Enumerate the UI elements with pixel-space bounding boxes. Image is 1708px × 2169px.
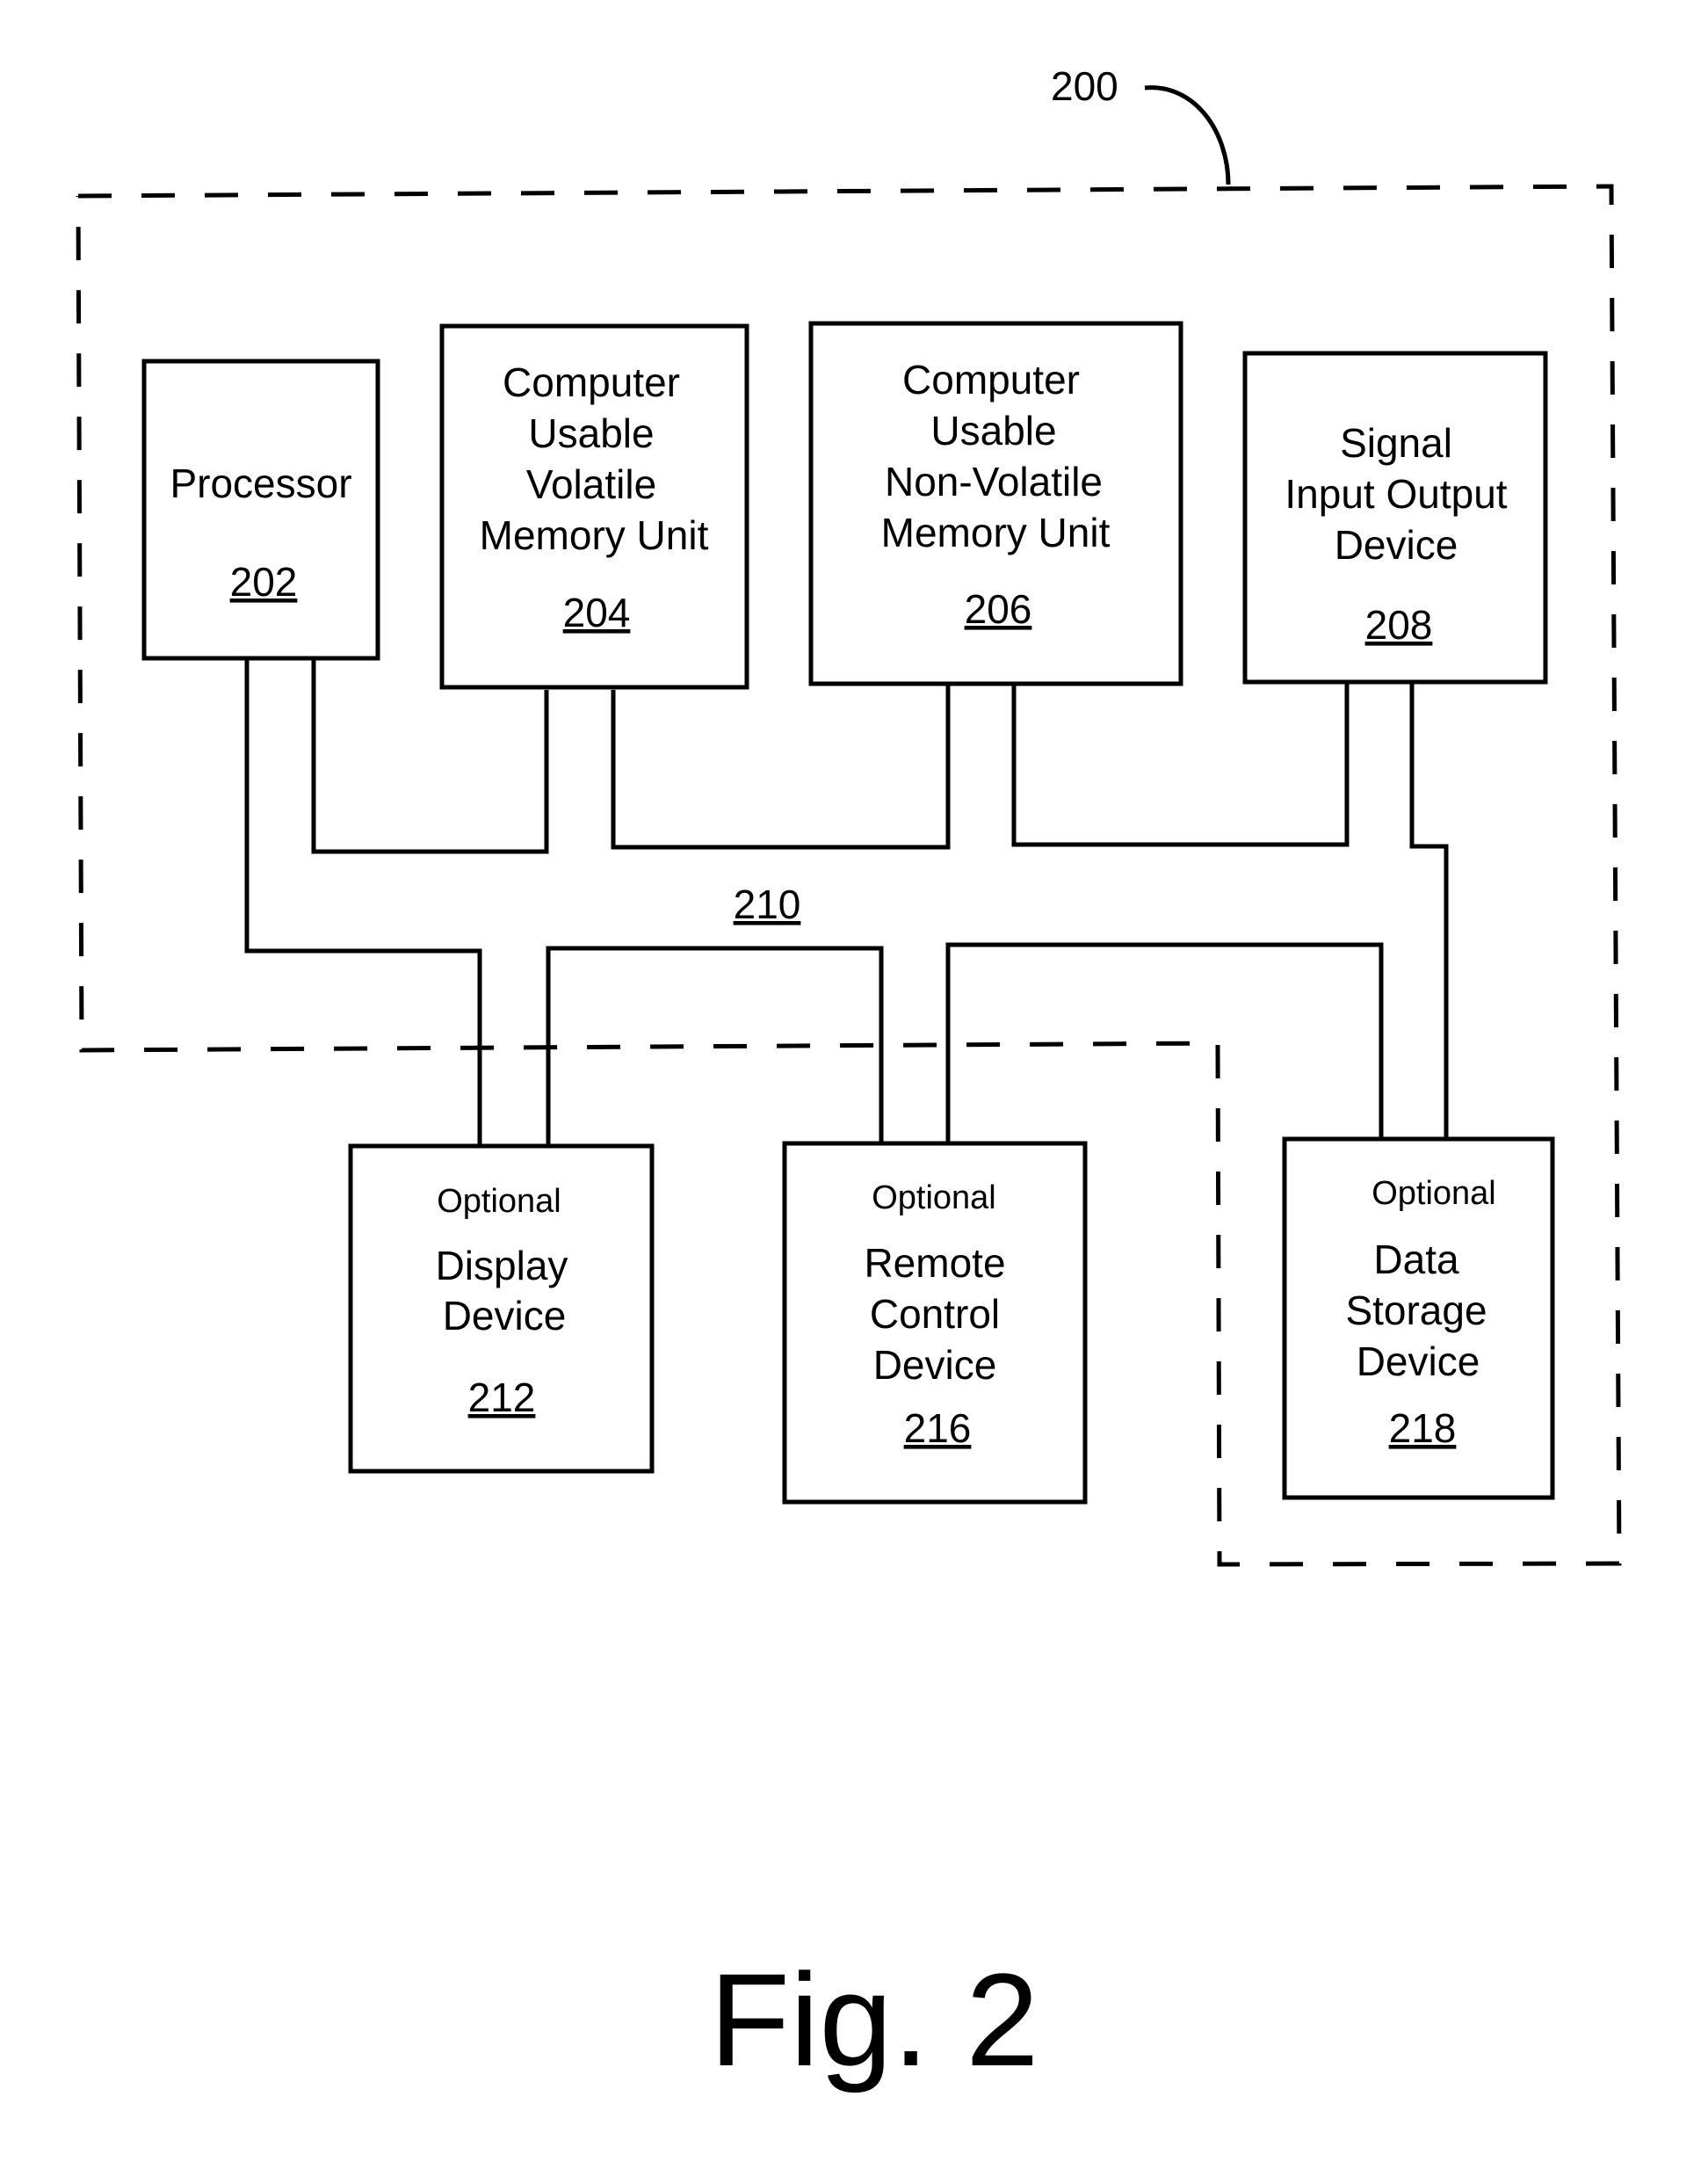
system-ref-label: 200	[1051, 63, 1118, 109]
nonvolatile-line-3: Non-Volatile	[885, 459, 1103, 504]
remote-line-2: Control	[870, 1291, 1000, 1337]
remote-optional: Optional	[872, 1179, 996, 1216]
processor-label: Processor	[170, 461, 351, 506]
block-diagram: 200 210 Processor 202 Computer Usable Vo…	[76, 63, 1622, 2093]
display-device-block: Optional Display Device 212	[348, 1143, 655, 1474]
processor-ref: 202	[230, 559, 298, 605]
remote-control-device-block: Optional Remote Control Device 216	[782, 1141, 1088, 1505]
volatile-line-3: Volatile	[526, 461, 656, 507]
storage-line-3: Device	[1357, 1338, 1480, 1384]
storage-optional: Optional	[1371, 1175, 1496, 1212]
figure-caption: Fig. 2	[709, 1946, 1039, 2093]
signal-line-2: Input Output	[1285, 471, 1507, 517]
remote-ref: 216	[904, 1405, 972, 1451]
display-line-2: Device	[443, 1293, 567, 1338]
data-storage-device-block: Optional Data Storage Device 218	[1282, 1136, 1555, 1500]
bus-210	[244, 660, 1449, 1147]
storage-line-1: Data	[1373, 1237, 1459, 1282]
volatile-line-2: Usable	[528, 410, 654, 456]
signal-line-1: Signal	[1340, 420, 1452, 466]
storage-line-2: Storage	[1345, 1288, 1487, 1333]
bus-wire-volatile-nonvolatile	[611, 684, 951, 850]
display-line-1: Display	[436, 1243, 568, 1288]
bus-ref-label: 210	[734, 881, 801, 927]
processor-block: Processor 202	[141, 359, 380, 661]
nonvolatile-line-4: Memory Unit	[881, 510, 1111, 555]
remote-line-3: Device	[873, 1342, 997, 1388]
volatile-line-4: Memory Unit	[480, 512, 709, 558]
remote-line-1: Remote	[864, 1240, 1005, 1286]
signal-io-block: Signal Input Output Device 208	[1242, 351, 1548, 685]
nonvolatile-ref: 206	[965, 586, 1032, 632]
bus-wire-signal-storage	[1409, 681, 1449, 1140]
volatile-ref: 204	[563, 590, 631, 635]
signal-ref: 208	[1365, 602, 1433, 648]
display-ref: 212	[468, 1375, 536, 1420]
system-ref-leader	[1144, 85, 1231, 185]
bus-wire-nonvolatile-signal	[1011, 681, 1350, 847]
bus-wire-processor-display	[244, 660, 482, 1147]
storage-ref: 218	[1389, 1405, 1457, 1451]
nonvolatile-line-2: Usable	[930, 408, 1056, 453]
display-optional: Optional	[437, 1183, 561, 1220]
volatile-memory-block: Computer Usable Volatile Memory Unit 204	[439, 323, 749, 690]
non-volatile-memory-block: Computer Usable Non-Volatile Memory Unit…	[808, 321, 1183, 686]
volatile-line-1: Computer	[503, 359, 680, 405]
signal-line-3: Device	[1335, 522, 1458, 568]
nonvolatile-line-1: Computer	[902, 357, 1080, 403]
